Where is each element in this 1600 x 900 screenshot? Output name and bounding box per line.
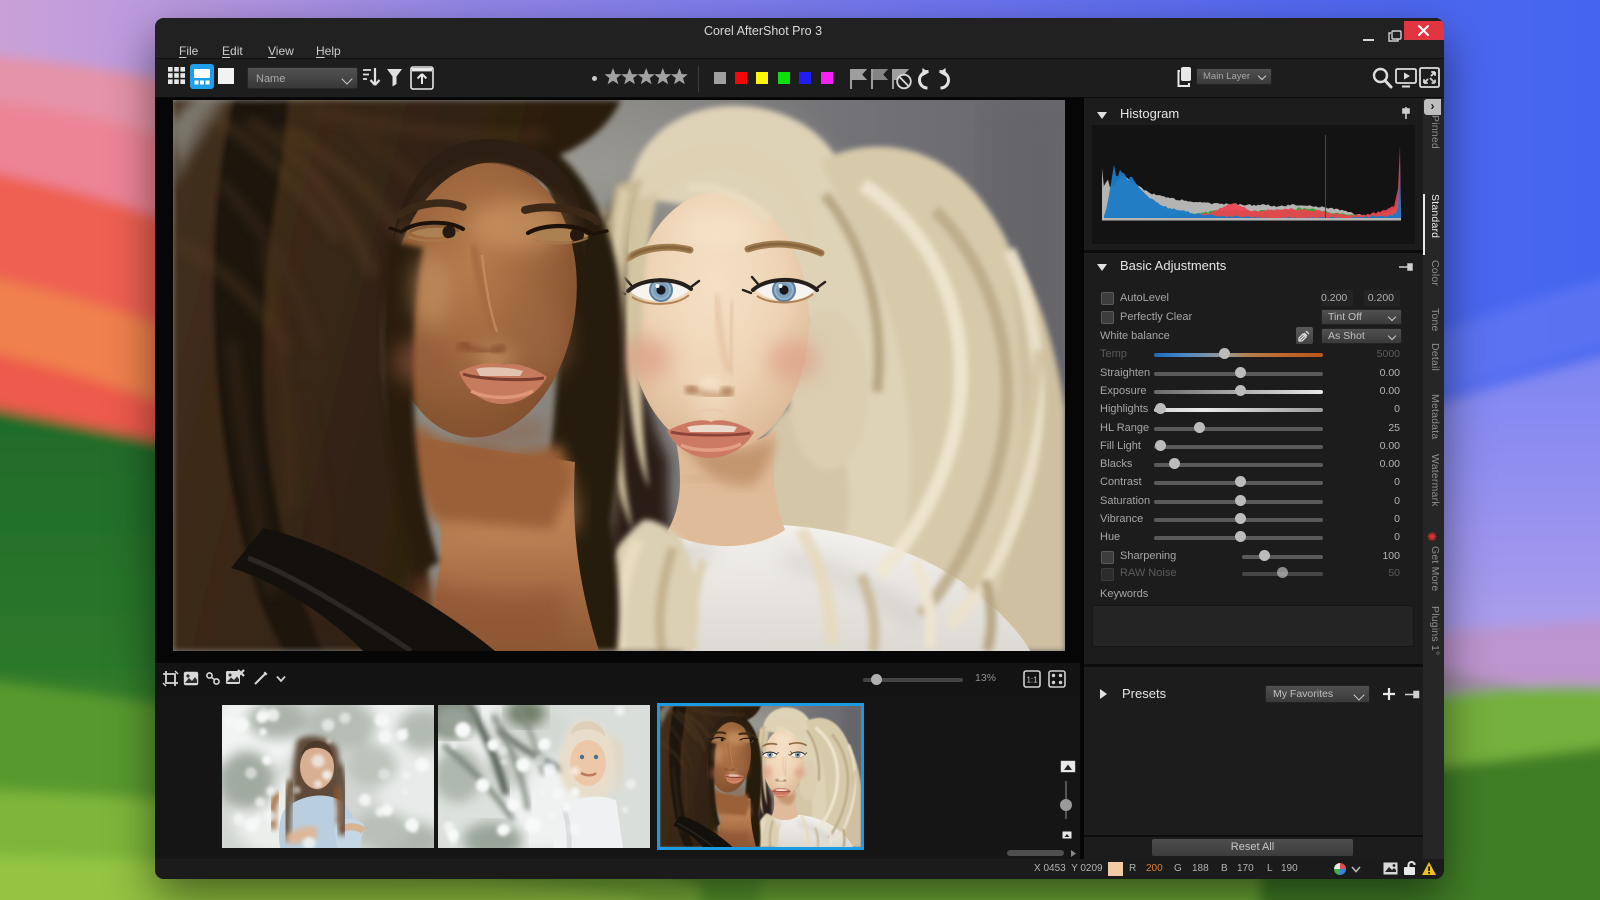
svg-text:1:1: 1:1: [1026, 676, 1038, 685]
